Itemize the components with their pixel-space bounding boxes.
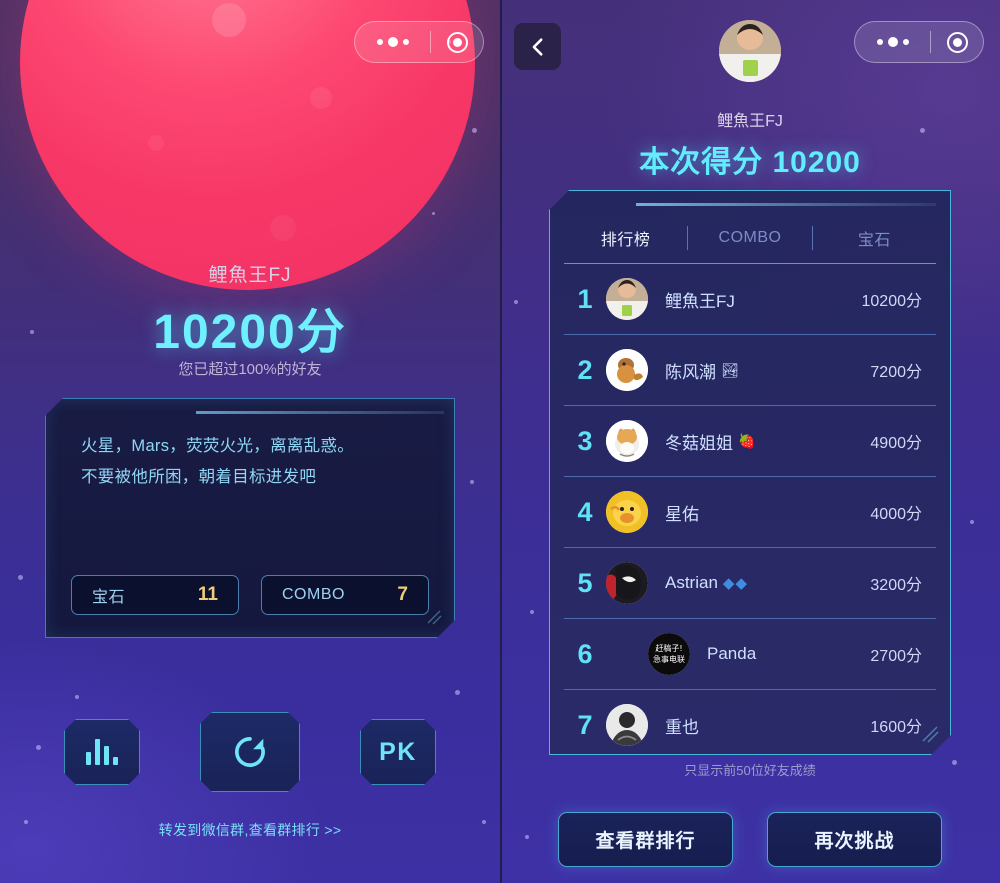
refresh-icon — [229, 731, 271, 773]
gem-value: 11 — [197, 584, 218, 605]
view-group-rank-button[interactable]: 查看群排行 — [558, 812, 733, 867]
table-row[interactable]: 1 鲤魚王FJ 10200分 — [564, 263, 936, 334]
leaderboard-panel: 排行榜 COMBO 宝石 1 鲤魚王FJ 10200分 2 陈风潮 🏞 7200… — [549, 190, 951, 755]
combo-label: COMBO — [282, 586, 345, 603]
table-row[interactable]: 2 陈风潮 🏞 7200分 — [564, 334, 936, 405]
target-icon[interactable] — [931, 31, 983, 53]
miniprogram-capsule-right[interactable] — [854, 21, 984, 63]
rank-button[interactable] — [64, 719, 140, 785]
tab-rank[interactable]: 排行榜 — [564, 226, 687, 250]
rank-number: 1 — [577, 283, 593, 314]
leaderboard-rows: 1 鲤魚王FJ 10200分 2 陈风潮 🏞 7200分 3 冬菇姐姐 🍓 49… — [564, 263, 936, 760]
row-score: 3200分 — [870, 577, 922, 594]
challenge-again-button[interactable]: 再次挑战 — [767, 812, 942, 867]
gem-stat: 宝石 11 — [71, 575, 239, 615]
gem-label: 宝石 — [92, 589, 126, 606]
row-score: 4900分 — [870, 435, 922, 452]
row-badge: 🏞 — [721, 361, 739, 378]
more-dots-icon[interactable] — [855, 37, 930, 47]
svg-text:赶稿子!: 赶稿子! — [655, 643, 682, 653]
message-panel: 火星，Mars，荧荧火光，离离乱惑。 不要被他所困，朝着目标进发吧 宝石 11 … — [45, 398, 455, 638]
stats-row: 宝石 11 COMBO 7 — [71, 575, 429, 615]
row-avatar: 赶稿子! 急事电联 — [648, 633, 690, 675]
leaderboard-player-name: 鲤魚王FJ — [717, 113, 783, 130]
row-avatar — [606, 420, 648, 462]
avatar[interactable] — [719, 20, 781, 82]
combo-value: 7 — [397, 584, 408, 605]
row-avatar — [606, 349, 648, 391]
app-root: 鲤魚王FJ 10200分 您已超过100%的好友 火星，Mars，荧荧火光，离离… — [0, 0, 1000, 883]
table-row[interactable]: 3 冬菇姐姐 🍓 4900分 — [564, 405, 936, 476]
chevron-left-icon — [532, 37, 542, 56]
corner-slash-decoration — [920, 724, 940, 744]
row-name: Panda — [707, 644, 757, 663]
panel-divider — [500, 0, 502, 883]
corner-slash-decoration — [424, 607, 444, 627]
row-name: 鲤魚王FJ — [665, 291, 735, 311]
action-buttons: PK — [0, 712, 500, 792]
row-name: 冬菇姐姐 🍓 — [665, 432, 756, 453]
row-badge: 🍓 — [738, 432, 756, 449]
bar-chart-icon — [86, 739, 118, 765]
pk-button[interactable]: PK — [360, 719, 436, 785]
message-line-1: 火星，Mars，荧荧火光，离离乱惑。 — [81, 437, 355, 455]
row-score: 7200分 — [870, 364, 922, 381]
row-score: 2700分 — [870, 648, 922, 665]
share-link[interactable]: 转发到微信群,查看群排行 >> — [0, 820, 500, 840]
row-avatar — [606, 704, 648, 746]
result-screen: 鲤魚王FJ 10200分 您已超过100%的好友 火星，Mars，荧荧火光，离离… — [0, 0, 500, 883]
rank-number: 2 — [577, 354, 593, 385]
combo-stat: COMBO 7 — [261, 575, 429, 615]
player-name: 鲤魚王FJ — [208, 265, 292, 286]
table-row[interactable]: 7 重也 1600分 — [564, 689, 936, 760]
final-score: 10200分 — [153, 306, 347, 359]
row-score: 4000分 — [870, 506, 922, 523]
svg-text:急事电联: 急事电联 — [653, 654, 685, 664]
row-score: 10200分 — [861, 293, 922, 310]
message-line-2: 不要被他所困，朝着目标进发吧 — [81, 468, 317, 486]
table-row[interactable]: 5 Astrian ◆◆ 3200分 — [564, 547, 936, 618]
score-percentile: 您已超过100%的好友 — [178, 361, 322, 378]
photo-person-icon — [719, 20, 781, 82]
rank-number: 3 — [577, 425, 593, 456]
leaderboard-note: 只显示前50位好友成绩 — [684, 763, 816, 778]
row-name: Astrian ◆◆ — [665, 573, 748, 592]
table-row[interactable]: 赶稿子! 急事电联 6 Panda 2700分 — [564, 618, 936, 689]
tab-combo[interactable]: COMBO — [688, 229, 811, 247]
row-avatar — [606, 562, 648, 604]
row-badge: ◆◆ — [722, 575, 748, 592]
row-name: 陈风潮 🏞 — [665, 361, 739, 382]
replay-button[interactable] — [200, 712, 300, 792]
rank-number: 7 — [577, 709, 593, 740]
miniprogram-capsule[interactable] — [354, 21, 484, 63]
leaderboard-tabs: 排行榜 COMBO 宝石 — [564, 215, 936, 261]
row-name: 星佑 — [665, 504, 699, 524]
target-icon[interactable] — [431, 31, 483, 53]
row-avatar — [606, 491, 648, 533]
table-row[interactable]: 4 星佑 4000分 — [564, 476, 936, 547]
rank-number: 4 — [577, 496, 593, 527]
leaderboard-score-headline: 本次得分 10200 — [639, 146, 861, 179]
leaderboard-buttons: 查看群排行 再次挑战 — [500, 812, 1000, 867]
more-dots-icon[interactable] — [355, 37, 430, 47]
rank-number: 6 — [577, 638, 593, 669]
back-button[interactable] — [514, 23, 561, 70]
rank-number: 5 — [577, 567, 593, 598]
row-avatar — [606, 278, 648, 320]
tab-gem[interactable]: 宝石 — [813, 226, 936, 250]
row-name: 重也 — [665, 717, 699, 737]
